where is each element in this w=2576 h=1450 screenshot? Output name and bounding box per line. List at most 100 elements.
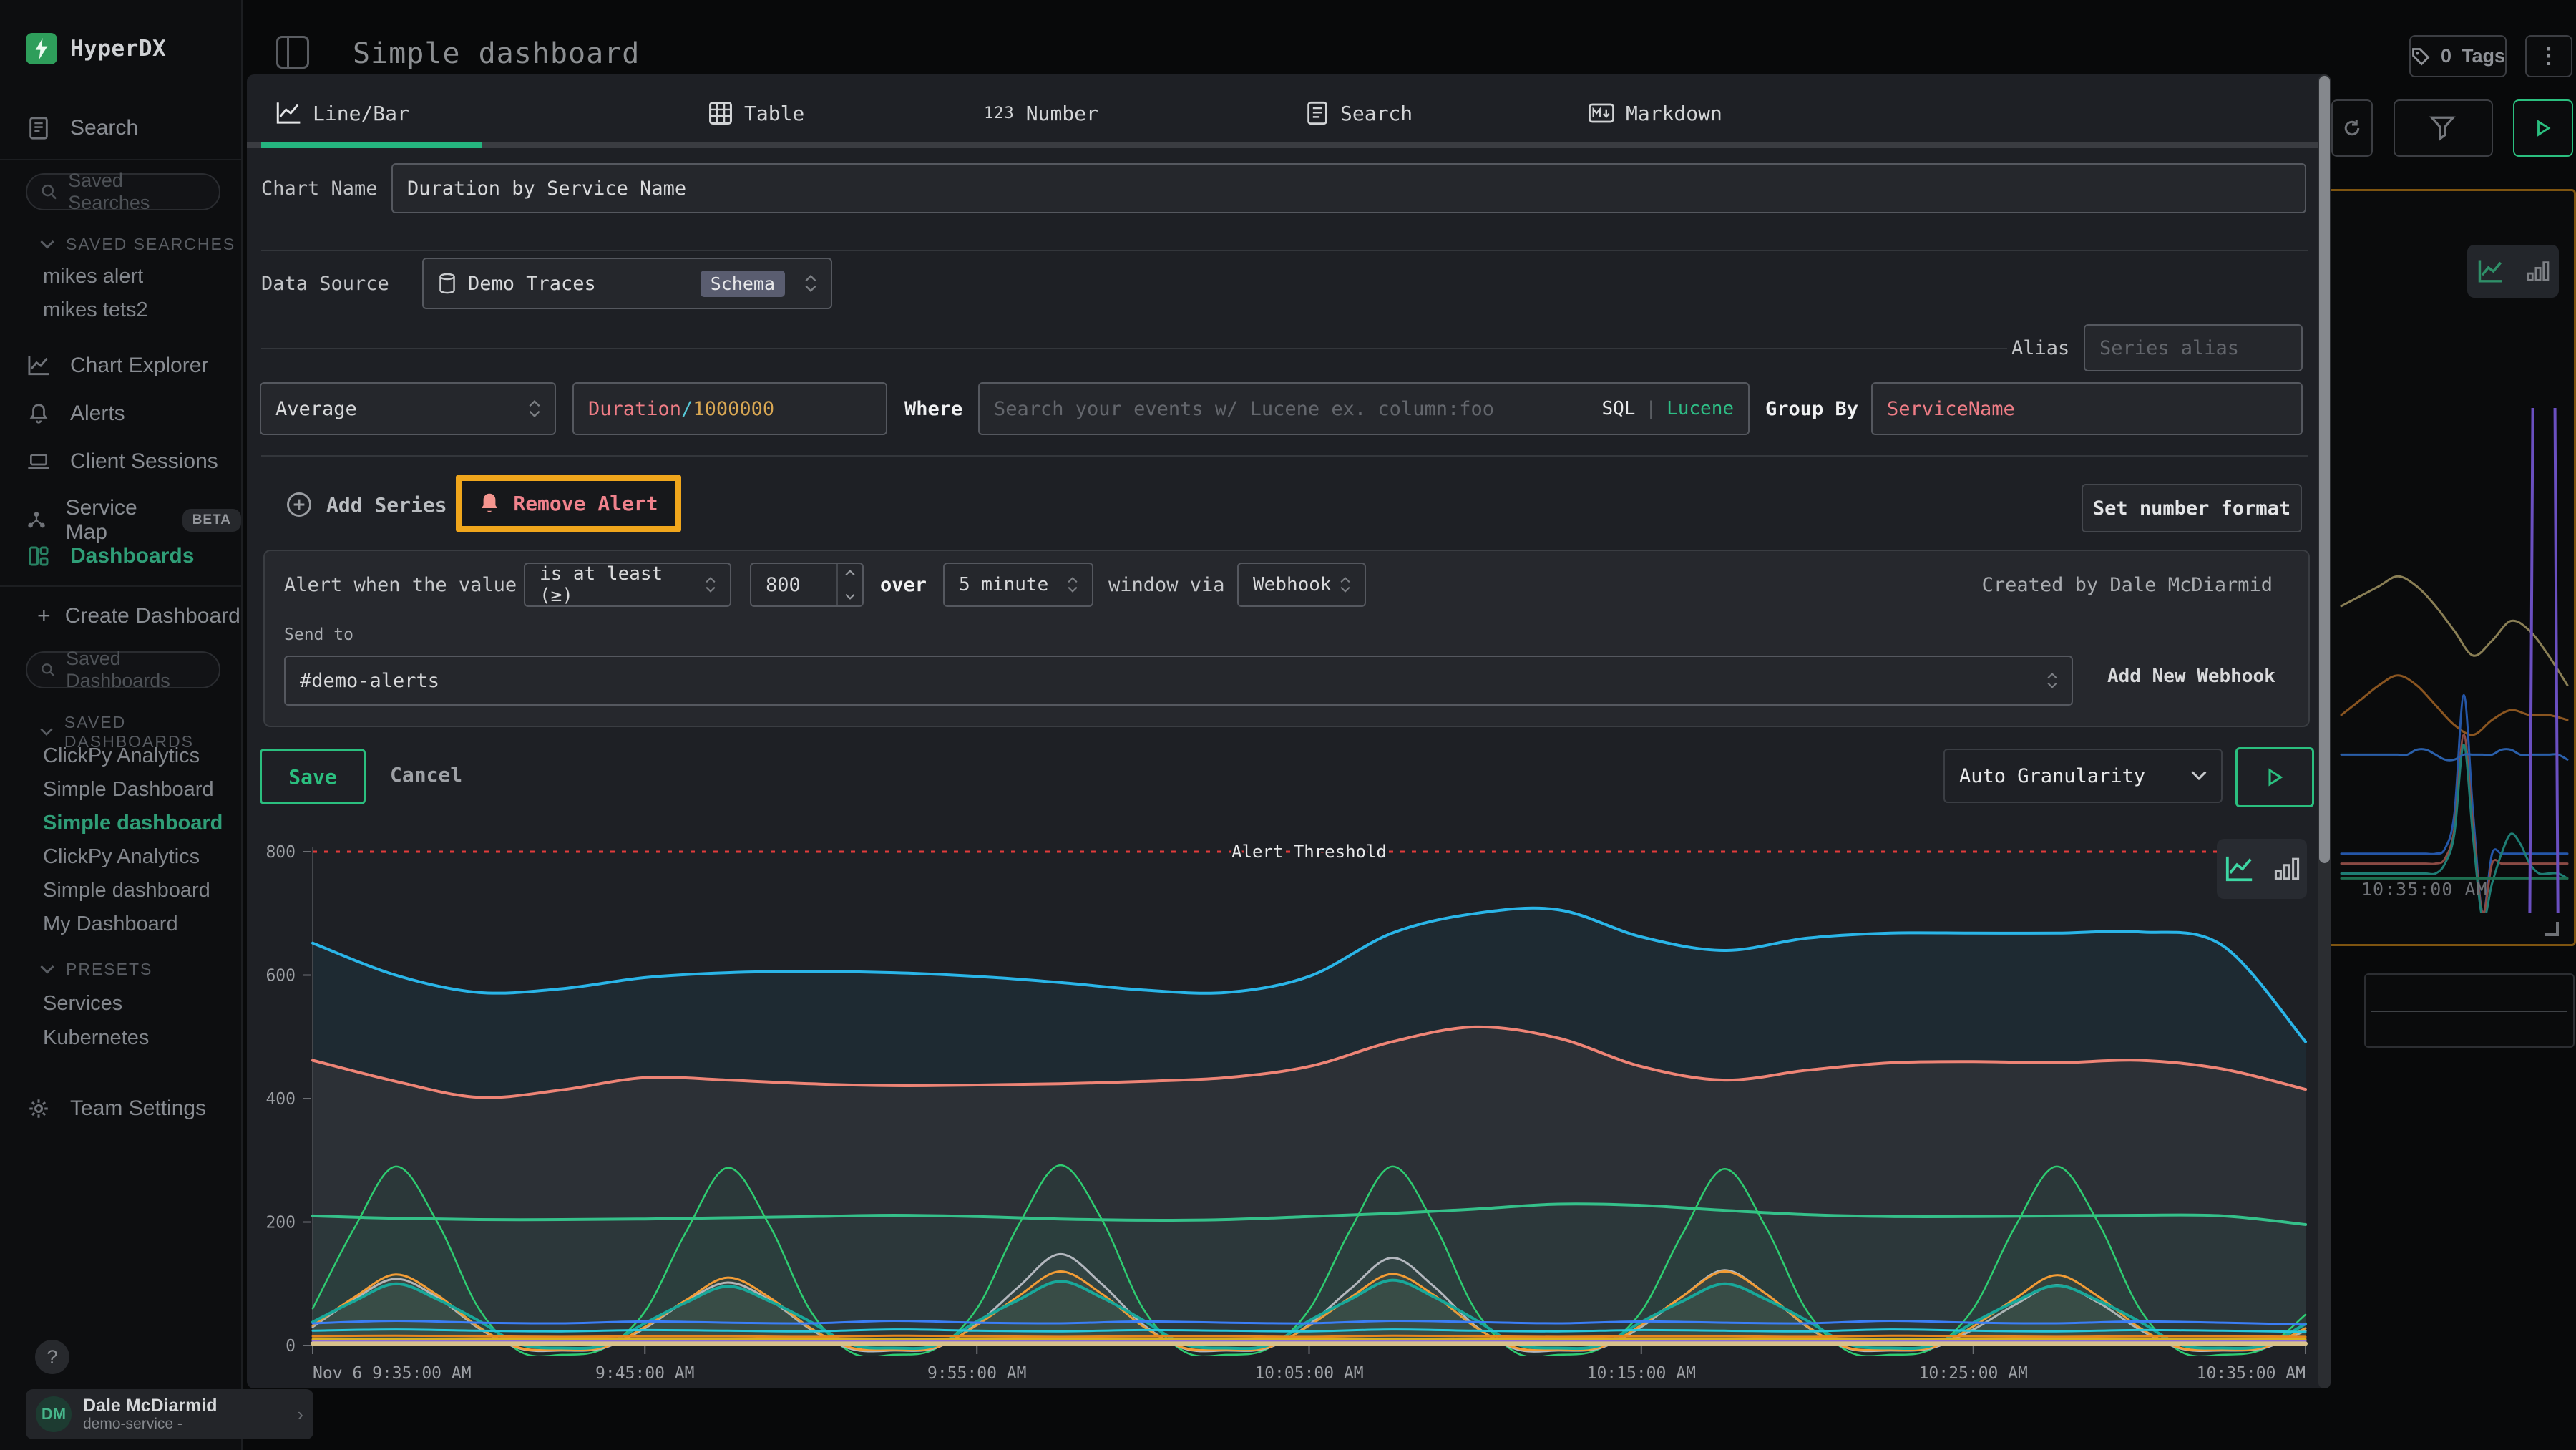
modal-scrollbar[interactable] [2318, 74, 2331, 1388]
dashboard-item-3[interactable]: ClickPy Analytics [43, 845, 200, 869]
formula-input[interactable]: Duration/1000000 [572, 382, 887, 435]
tab-line-bar[interactable]: Line/Bar [275, 94, 409, 132]
where-search-input[interactable]: Search your events w/ Lucene ex. column:… [978, 382, 1750, 435]
group-by-input[interactable]: ServiceName [1871, 382, 2303, 435]
line-chart-icon [2476, 258, 2506, 285]
refresh-button[interactable] [2331, 99, 2373, 157]
chevron-updown-icon [529, 400, 540, 417]
sidebar-item-alerts[interactable]: Alerts [26, 402, 125, 426]
sidebar-item-label: Search [70, 116, 138, 140]
alias-input[interactable]: Series alias [2084, 324, 2303, 371]
chevron-down-icon [40, 240, 54, 250]
divider [0, 159, 241, 160]
saved-search-item-1[interactable]: mikes tets2 [43, 298, 148, 322]
scrollbar-thumb[interactable] [2319, 76, 2330, 863]
tab-table[interactable]: Table [708, 94, 804, 132]
save-button[interactable]: Save [260, 749, 366, 804]
dashboard-item-1[interactable]: Simple Dashboard [43, 778, 214, 802]
alert-settings-panel: Alert when the value is at least (≥) 800… [263, 550, 2310, 727]
sidebar-collapse-icon[interactable] [276, 36, 309, 69]
saved-searches-input[interactable]: Saved Searches [26, 173, 220, 210]
preset-item-1[interactable]: Kubernetes [43, 1026, 149, 1050]
add-new-webhook-button[interactable]: Add New Webhook [2107, 666, 2275, 687]
add-series-button[interactable]: Add Series [286, 481, 447, 528]
sidebar-item-chart-explorer[interactable]: Chart Explorer [26, 354, 208, 378]
chevron-updown-icon [2047, 673, 2057, 688]
tags-count: 0 [2441, 45, 2451, 67]
hyperdx-logo-icon [26, 33, 57, 64]
kebab-menu-button[interactable]: ⋮ [2525, 35, 2572, 77]
alert-threshold-input[interactable]: 800 [750, 563, 864, 607]
alert-window-select[interactable]: 5 minute [943, 563, 1093, 607]
presets-header[interactable]: PRESETS [40, 960, 152, 979]
svg-text:600: 600 [265, 967, 296, 986]
send-to-select[interactable]: #demo-alerts [284, 656, 2073, 706]
lucene-toggle[interactable]: Lucene [1667, 398, 1734, 419]
tags-button[interactable]: 0 Tags [2409, 35, 2507, 77]
data-source-label: Data Source [261, 258, 389, 309]
set-number-format-button[interactable]: Set number format [2082, 484, 2302, 532]
aggregation-select[interactable]: Average [260, 382, 556, 435]
svg-text:400: 400 [265, 1090, 296, 1109]
chevron-updown-icon [1068, 577, 1078, 593]
dashboards-icon [26, 545, 52, 567]
cancel-button[interactable]: Cancel [390, 749, 462, 800]
editor-tabs: Line/Bar Table 123 Number Search Markdow… [247, 74, 2330, 148]
brand-name: HyperDX [70, 36, 166, 62]
dashboard-item-0[interactable]: ClickPy Analytics [43, 744, 200, 768]
brand[interactable]: HyperDX [26, 33, 166, 64]
dashboard-item-2[interactable]: Simple dashboard [43, 812, 223, 835]
window-via-label: window via [1108, 563, 1225, 607]
dashboard-item-4[interactable]: Simple dashboard [43, 879, 210, 902]
sidebar-item-dashboards[interactable]: Dashboards [26, 544, 194, 568]
line-chart-icon [2223, 854, 2256, 884]
create-dashboard-button[interactable]: + Create Dashboard [37, 603, 240, 629]
chevron-updown-icon [706, 577, 716, 593]
sidebar-item-search[interactable]: Search [26, 116, 138, 140]
tag-icon [2411, 47, 2431, 67]
chevron-updown-icon [805, 275, 816, 292]
sidebar-item-service-map[interactable]: Service Map BETA [26, 496, 241, 545]
saved-dashboards-input[interactable]: Saved Dashboards [26, 651, 220, 688]
divider [261, 348, 2007, 349]
auto-granularity-select[interactable]: Auto Granularity [1943, 749, 2223, 803]
divider [261, 455, 2308, 457]
number-stepper[interactable] [836, 564, 862, 605]
help-button[interactable]: ? [35, 1340, 69, 1374]
divider [0, 585, 241, 587]
send-to-label: Send to [284, 626, 353, 644]
tile-resize-handle[interactable] [2545, 922, 2559, 936]
alert-comparator-select[interactable]: is at least (≥) [524, 563, 731, 607]
sidebar-item-client-sessions[interactable]: Client Sessions [26, 449, 218, 474]
number-123-icon: 123 [984, 104, 1015, 122]
search-doc-icon [1306, 101, 1329, 125]
preset-item-0[interactable]: Services [43, 992, 122, 1016]
chevron-right-icon: › [297, 1403, 303, 1426]
saved-searches-header[interactable]: SAVED SEARCHES [40, 235, 235, 254]
chart-name-input[interactable]: Duration by Service Name [391, 163, 2306, 213]
user-card[interactable]: DM Dale McDiarmid demo-service - › [26, 1389, 313, 1439]
chart-type-toggle[interactable] [2217, 839, 2307, 899]
dashboard-tile-2 [2364, 973, 2575, 1048]
chevron-down-icon [2191, 771, 2207, 781]
schema-badge: Schema [701, 271, 785, 297]
sql-toggle[interactable]: SQL [1601, 398, 1635, 419]
plus-icon: + [37, 603, 51, 629]
tab-search[interactable]: Search [1306, 94, 1413, 132]
remove-alert-button[interactable]: Remove Alert [456, 475, 681, 532]
filter-button[interactable] [2394, 99, 2493, 157]
tags-label: Tags [2462, 45, 2505, 67]
tab-number[interactable]: 123 Number [984, 94, 1098, 132]
dashboard-item-5[interactable]: My Dashboard [43, 913, 178, 936]
svg-text:Alert Threshold: Alert Threshold [1231, 842, 1387, 862]
run-query-button-background[interactable] [2513, 99, 2573, 157]
bg-chart-type-toggle[interactable] [2467, 245, 2559, 298]
svg-text:800: 800 [265, 843, 296, 862]
data-source-select[interactable]: Demo Traces Schema [422, 258, 832, 309]
sidebar-item-team-settings[interactable]: Team Settings [26, 1096, 206, 1121]
saved-search-item-0[interactable]: mikes alert [43, 265, 143, 288]
tab-markdown[interactable]: Markdown [1589, 94, 1722, 132]
alert-channel-select[interactable]: Webhook [1237, 563, 1366, 607]
bg-x-axis-label: 10:35:00 AM [2361, 879, 2488, 900]
run-chart-button[interactable] [2235, 747, 2314, 807]
